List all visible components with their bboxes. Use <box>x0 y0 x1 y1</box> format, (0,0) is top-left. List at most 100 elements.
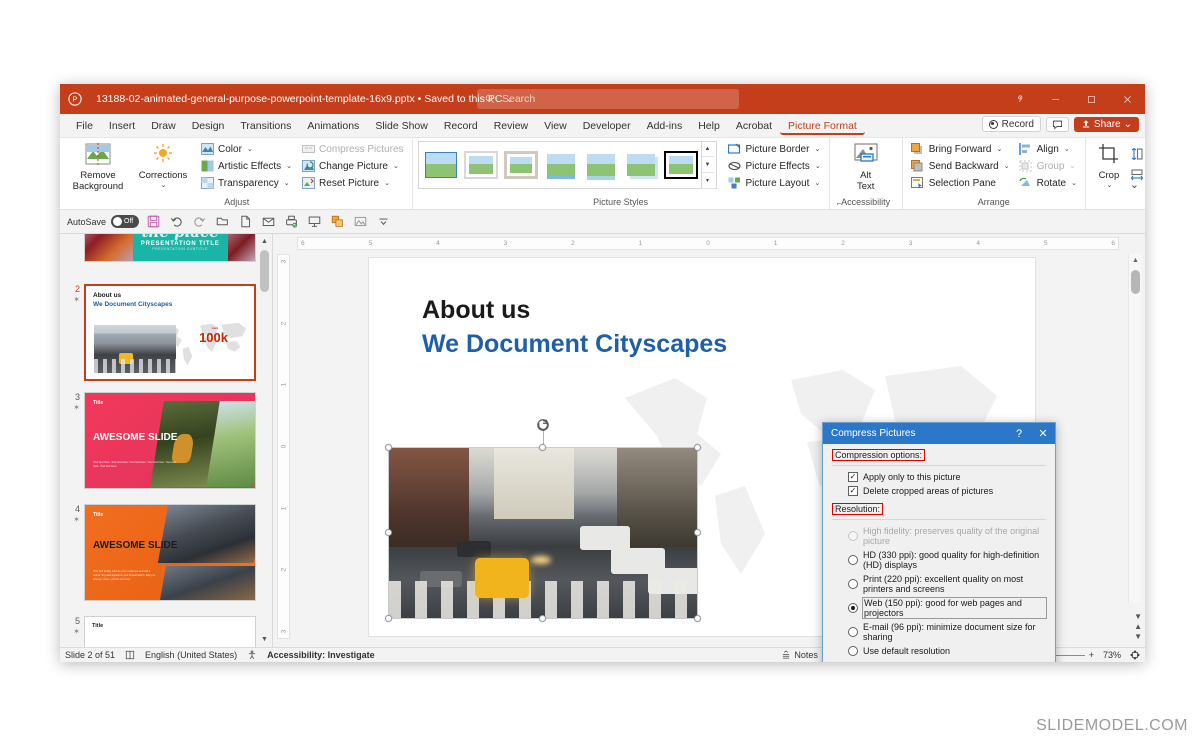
checkbox-icon[interactable]: ✓ <box>848 472 858 482</box>
chevron-down-icon[interactable]: ⌄ <box>1071 179 1077 187</box>
minimize-icon[interactable] <box>1037 84 1073 114</box>
notes-button[interactable]: Notes <box>781 650 818 660</box>
list-item[interactable]: 2 ✶ About us We Document Cityscapes over… <box>68 284 256 381</box>
transparency-button[interactable]: Transparency ⌄ <box>197 175 295 191</box>
redo-icon[interactable] <box>191 213 208 230</box>
checkbox-apply-only-to-this-picture[interactable]: ✓ Apply only to this picture <box>832 470 1046 484</box>
vertical-ruler[interactable]: 3 2 1 0 1 2 3 <box>277 254 290 639</box>
animation-star-icon[interactable]: ✶ <box>68 403 80 413</box>
picture-style-4[interactable] <box>543 151 578 179</box>
tab-view[interactable]: View <box>536 117 575 135</box>
previous-slide-icon[interactable]: ▼ <box>1134 612 1142 621</box>
rotate-button[interactable]: Rotate ⌄ <box>1016 175 1080 191</box>
comments-button[interactable] <box>1045 116 1069 132</box>
chevron-down-icon[interactable]: ⌄ <box>161 182 167 190</box>
picture-icon[interactable] <box>352 213 369 230</box>
artistic-effects-button[interactable]: Artistic Effects ⌄ <box>197 158 295 174</box>
accessibility-icon[interactable] <box>247 650 257 660</box>
horizontal-ruler[interactable]: 6 5 4 3 2 1 0 1 2 3 4 5 6 <box>297 237 1119 250</box>
radio-icon[interactable] <box>848 603 858 613</box>
list-item[interactable]: 1 the place PRESENTATION TITLE PRESENTAT… <box>68 234 256 262</box>
quick-print-icon[interactable] <box>283 213 300 230</box>
fit-to-window-icon[interactable] <box>1130 650 1140 660</box>
slide-title-text[interactable]: About us <box>422 296 530 325</box>
radio-email-96[interactable]: E-mail (96 ppi): minimize document size … <box>832 620 1046 644</box>
corrections-button[interactable]: Corrections ⌄ <box>132 141 194 190</box>
notes-page-icon[interactable] <box>125 650 135 660</box>
search-input[interactable]: Search <box>477 89 739 109</box>
tab-design[interactable]: Design <box>184 117 233 135</box>
animation-star-icon[interactable]: ✶ <box>68 295 80 305</box>
change-picture-button[interactable]: Change Picture ⌄ <box>298 158 406 174</box>
radio-print-220[interactable]: Print (220 ppi): excellent quality on mo… <box>832 572 1046 596</box>
picture-effects-button[interactable]: Picture Effects ⌄ <box>725 158 824 174</box>
slide-thumbnail-3[interactable]: Title AWESOME SLIDE Your text here. Your… <box>84 392 256 489</box>
slide-thumbnails-pane[interactable]: 1 the place PRESENTATION TITLE PRESENTAT… <box>60 234 273 647</box>
chevron-down-icon[interactable]: ⌄ <box>1004 162 1010 170</box>
autosave-toggle[interactable]: AutoSave Off <box>67 215 140 228</box>
picture-styles-gallery[interactable]: ▲ ▼ ▾ <box>417 141 717 189</box>
close-icon[interactable] <box>1109 84 1145 114</box>
tab-add-ins[interactable]: Add-ins <box>639 117 691 135</box>
list-item[interactable]: 4 ✶ Title AWESOME SLIDE This text briefl… <box>68 504 256 601</box>
slide-counter[interactable]: Slide 2 of 51 <box>65 650 115 660</box>
chevron-down-icon[interactable]: ⌄ <box>384 179 390 187</box>
resize-handle-n[interactable] <box>539 444 546 451</box>
scrollbar-thumb[interactable] <box>260 250 269 292</box>
chevron-down-icon[interactable]: ⌄ <box>284 179 290 187</box>
radio-icon[interactable] <box>848 579 858 589</box>
slide-thumbnail-4[interactable]: Title AWESOME SLIDE This text briefly in… <box>84 504 256 601</box>
radio-use-default-resolution[interactable]: Use default resolution <box>832 644 1046 658</box>
picture-layout-button[interactable]: Picture Layout ⌄ <box>725 175 824 191</box>
resize-handle-s[interactable] <box>539 615 546 622</box>
thumbnails-scrollbar[interactable]: ▲ ▼ <box>259 236 270 645</box>
color-button[interactable]: Color ⌄ <box>197 141 295 157</box>
save-icon[interactable] <box>145 213 162 230</box>
gallery-scroll-up-icon[interactable]: ▲ <box>701 141 714 157</box>
new-icon[interactable] <box>237 213 254 230</box>
slide-thumbnail-1[interactable]: the place PRESENTATION TITLE PRESENTATIO… <box>84 234 256 262</box>
chevron-down-icon[interactable]: ⌄ <box>815 162 821 170</box>
group-button[interactable]: Group ⌄ <box>1016 158 1080 174</box>
tab-acrobat[interactable]: Acrobat <box>728 117 780 135</box>
accessibility-launcher-icon[interactable]: ⌐ <box>837 199 842 208</box>
align-button[interactable]: Align ⌄ <box>1016 141 1080 157</box>
accessibility-status[interactable]: Accessibility: Investigate <box>267 650 375 660</box>
customize-qat-icon[interactable] <box>375 213 392 230</box>
chevron-down-icon[interactable]: ⌄ <box>286 162 292 170</box>
rotate-handle-icon[interactable] <box>536 418 550 432</box>
tab-picture-format[interactable]: Picture Format <box>780 117 865 135</box>
maximize-icon[interactable] <box>1073 84 1109 114</box>
picture-style-2[interactable] <box>463 151 498 179</box>
list-item[interactable]: 5 ✶ Title <box>68 616 256 647</box>
start-slideshow-icon[interactable] <box>306 213 323 230</box>
scrollbar-thumb[interactable] <box>1131 270 1140 294</box>
language-indicator[interactable]: English (United States) <box>145 650 237 660</box>
help-icon[interactable] <box>1001 84 1037 114</box>
resize-handle-w[interactable] <box>385 529 392 536</box>
selected-picture[interactable] <box>385 419 701 622</box>
picture-style-3[interactable] <box>503 151 538 179</box>
remove-background-button[interactable]: Remove Background <box>67 141 129 193</box>
share-button[interactable]: Share ⌄ <box>1073 116 1139 132</box>
close-icon[interactable]: ✕ <box>1031 423 1055 444</box>
bring-forward-button[interactable]: Bring Forward ⌄ <box>908 141 1013 157</box>
picture-style-5[interactable] <box>583 151 618 179</box>
compress-pictures-button[interactable]: Compress Pictures <box>298 141 406 157</box>
chevron-down-icon[interactable]: ⌄ <box>814 179 820 187</box>
radio-icon[interactable] <box>848 646 858 656</box>
tab-review[interactable]: Review <box>486 117 536 135</box>
picture-border-button[interactable]: Picture Border ⌄ <box>725 141 824 157</box>
tab-insert[interactable]: Insert <box>101 117 143 135</box>
slide-thumbnail-5[interactable]: Title <box>84 616 256 647</box>
record-button[interactable]: Record <box>981 116 1041 132</box>
document-title[interactable]: 13188-02-animated-general-purpose-powerp… <box>96 93 513 105</box>
tab-file[interactable]: File <box>68 117 101 135</box>
tab-record[interactable]: Record <box>436 117 486 135</box>
animation-star-icon[interactable]: ✶ <box>68 627 80 637</box>
animation-star-icon[interactable]: ✶ <box>68 515 80 525</box>
collapse-ribbon-icon[interactable]: ⌄ <box>1130 178 1139 191</box>
alt-text-button[interactable]: Alt Text <box>835 141 897 193</box>
zoom-in-button[interactable]: + <box>1089 650 1094 660</box>
radio-hd-330[interactable]: HD (330 ppi): good quality for high-defi… <box>832 548 1046 572</box>
